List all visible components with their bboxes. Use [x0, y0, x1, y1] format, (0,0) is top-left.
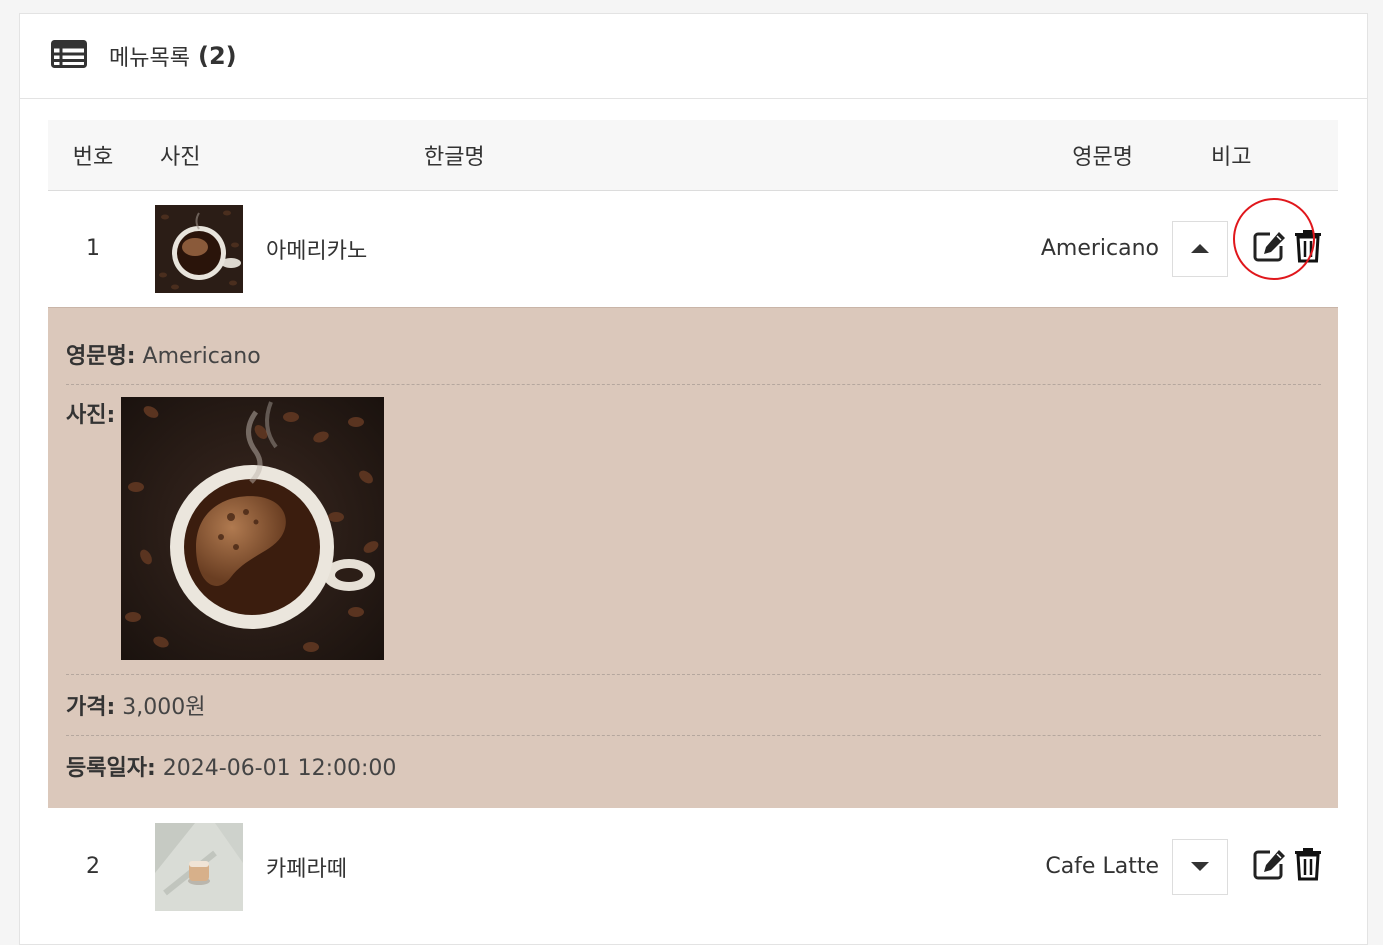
detail-ename: 영문명: Americano [66, 308, 1321, 385]
trash-icon [1295, 229, 1321, 263]
detail-row: 영문명: Americano 사진: 가격: 3,000원 등록일자: 2024… [48, 307, 1338, 808]
row-num: 1 [86, 236, 100, 262]
table-header-row: 번호 사진 한글명 영문명 비고 [48, 120, 1338, 190]
col-kname: 한글명 [423, 144, 485, 170]
table-list-icon [51, 40, 87, 72]
detail-date-value: 2024-06-01 12:00:00 [162, 756, 397, 781]
row-kname: 카페라떼 [266, 856, 347, 882]
detail-price-value: 3,000원 [122, 695, 206, 720]
expand-button[interactable] [1172, 838, 1228, 895]
page-title: 메뉴목록 [109, 46, 190, 71]
row-num: 2 [86, 854, 100, 879]
detail-panel: 영문명: Americano 사진: 가격: 3,000원 등록일자: 2024… [48, 307, 1338, 808]
detail-ename-label: 영문명: [66, 344, 136, 369]
menu-count: (2) [197, 42, 237, 70]
americano-photo [121, 397, 385, 660]
detail-ename-value: Americano [142, 344, 261, 369]
detail-date-label: 등록일자: [66, 756, 156, 781]
trash-icon [1295, 847, 1321, 880]
col-photo: 사진 [160, 144, 201, 170]
edit-icon [1253, 231, 1285, 262]
detail-photo: 사진: [66, 385, 1321, 675]
table-row[interactable]: 2 카페라떼 Cafe Latte [48, 808, 1338, 925]
americano-thumbnail [155, 204, 243, 293]
table-row[interactable]: 1 아메리카노 Americano [48, 190, 1338, 307]
col-note: 비고 [1211, 144, 1252, 170]
card-header: 메뉴목록 (2) [20, 14, 1367, 99]
edit-button[interactable] [1253, 848, 1287, 886]
delete-button[interactable] [1294, 229, 1322, 269]
caret-down-icon [1191, 862, 1209, 871]
detail-photo-label: 사진: [66, 403, 116, 428]
caret-up-icon [1191, 244, 1209, 254]
cafe-latte-thumbnail [155, 822, 243, 911]
row-kname: 아메리카노 [266, 238, 368, 264]
collapse-button[interactable] [1172, 220, 1228, 277]
menu-card: 메뉴목록 (2) 번호 사진 한글명 영문명 비고 1 아메리카노 Americ… [19, 13, 1368, 945]
detail-price-label: 가격: [66, 695, 116, 720]
detail-date: 등록일자: 2024-06-01 12:00:00 [66, 736, 1321, 796]
menu-table: 번호 사진 한글명 영문명 비고 1 아메리카노 Americano 영문명: … [48, 120, 1338, 925]
delete-button[interactable] [1294, 847, 1322, 887]
edit-button[interactable] [1233, 197, 1315, 280]
row-ename: Americano [1040, 236, 1159, 262]
row-ename: Cafe Latte [1045, 854, 1159, 879]
col-num: 번호 [72, 144, 114, 170]
col-ename: 영문명 [1072, 144, 1133, 170]
edit-icon [1253, 849, 1285, 879]
detail-price: 가격: 3,000원 [66, 675, 1321, 736]
